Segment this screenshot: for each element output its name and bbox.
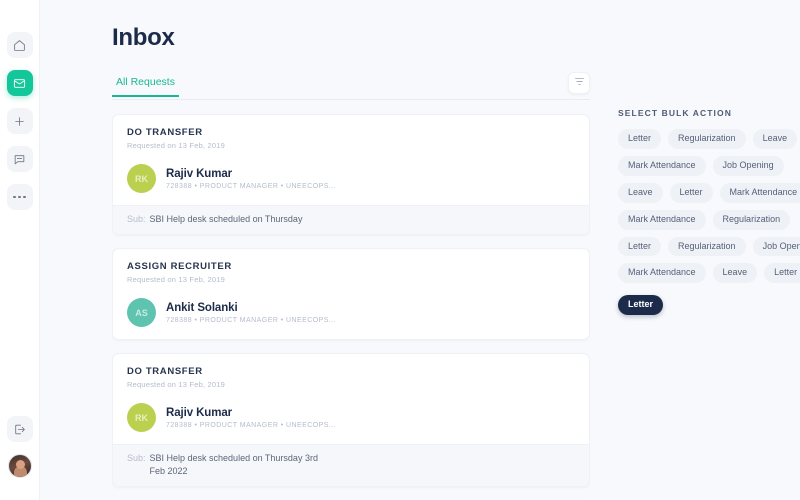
- left-sidebar: [0, 0, 40, 500]
- subject-text: SBI Help desk scheduled on Thursday: [149, 214, 303, 224]
- requester-name: Rajiv Kumar: [166, 406, 233, 419]
- app-root: Inbox All Requests DO TRANSFER Requested…: [0, 0, 800, 500]
- bulk-action-panel: SELECT BULK ACTION Letter Regularization…: [618, 108, 800, 316]
- plus-icon: [13, 115, 26, 128]
- bulk-action-chip[interactable]: Mark Attendance: [618, 263, 706, 284]
- bulk-action-title: SELECT BULK ACTION: [618, 108, 732, 118]
- sidebar-top-nav: [6, 32, 33, 210]
- bulk-action-chip[interactable]: Leave: [712, 263, 758, 284]
- request-card-body: DO TRANSFER Requested on 13 Feb, 2019 RK…: [113, 354, 589, 444]
- bulk-action-chip[interactable]: Leave: [618, 182, 663, 203]
- main-content: Inbox All Requests DO TRANSFER Requested…: [40, 0, 800, 500]
- request-type: ASSIGN RECRUITER: [127, 261, 232, 273]
- requester: RK Rajiv Kumar 728388 • PRODUCT MANAGER …: [127, 403, 575, 433]
- bulk-action-chip[interactable]: Mark Attendance: [618, 209, 706, 230]
- requester-meta: 728388 • PRODUCT MANAGER • UNEECOPS...: [166, 421, 337, 429]
- bulk-action-chip[interactable]: Mark Attendance: [618, 155, 706, 176]
- request-date: Requested on 13 Feb, 2019: [127, 380, 225, 390]
- requester-name: Rajiv Kumar: [166, 167, 233, 180]
- requester-avatar: RK: [127, 403, 156, 433]
- sidebar-item-inbox[interactable]: [6, 70, 33, 96]
- request-card-body: ASSIGN RECRUITER Requested on 13 Feb, 20…: [113, 249, 589, 339]
- tabs: All Requests: [112, 75, 179, 97]
- request-date: Requested on 13 Feb, 2019: [127, 141, 225, 150]
- page-title: Inbox: [112, 24, 175, 51]
- requester-name: Ankit Solanki: [166, 301, 238, 314]
- subject-label: Sub:: [127, 214, 146, 224]
- bulk-action-chip[interactable]: Job Opening: [712, 155, 784, 176]
- subject-label: Sub:: [127, 453, 146, 464]
- bulk-action-chip[interactable]: Letter: [618, 236, 662, 257]
- requester-avatar: RK: [127, 164, 156, 193]
- avatar[interactable]: [7, 454, 32, 478]
- home-icon: [13, 39, 26, 52]
- request-subject: Sub: SBI Help desk scheduled on Thursday…: [113, 444, 589, 487]
- sidebar-item-messages[interactable]: [6, 146, 33, 172]
- request-list: DO TRANSFER Requested on 13 Feb, 2019 RK…: [112, 114, 590, 500]
- requester-meta: 728388 • PRODUCT MANAGER • UNEECOPS...: [166, 316, 337, 324]
- bulk-action-chip[interactable]: Letter: [764, 263, 800, 284]
- request-card[interactable]: DO TRANSFER Requested on 13 Feb, 2019 RK…: [112, 353, 590, 488]
- request-type: DO TRANSFER: [127, 366, 203, 378]
- ellipsis-icon: [13, 195, 26, 199]
- sidebar-item-more[interactable]: [6, 184, 33, 210]
- request-card-body: DO TRANSFER Requested on 13 Feb, 2019 RK…: [113, 115, 589, 205]
- sidebar-item-home[interactable]: [6, 32, 33, 58]
- sidebar-item-logout[interactable]: [6, 416, 33, 442]
- request-date: Requested on 13 Feb, 2019: [127, 275, 225, 285]
- bulk-action-chip[interactable]: Letter: [618, 129, 662, 149]
- requester: AS Ankit Solanki 728388 • PRODUCT MANAGE…: [127, 298, 575, 328]
- bulk-action-chips: Letter Regularization Leave Mark Attenda…: [618, 129, 800, 316]
- request-card[interactable]: ASSIGN RECRUITER Requested on 13 Feb, 20…: [112, 248, 590, 341]
- sidebar-bottom-nav: [6, 416, 33, 478]
- bulk-action-chip[interactable]: Leave: [752, 129, 798, 149]
- subject-text: SBI Help desk scheduled on Thursday 3rd …: [149, 453, 318, 477]
- requester-avatar: AS: [127, 298, 156, 328]
- requester: RK Rajiv Kumar 728388 • PRODUCT MANAGER …: [127, 164, 575, 193]
- chat-icon: [13, 153, 26, 166]
- request-card[interactable]: DO TRANSFER Requested on 13 Feb, 2019 RK…: [112, 114, 590, 236]
- filter-button[interactable]: [568, 72, 590, 94]
- bulk-action-chip[interactable]: Mark Attendance: [719, 182, 800, 203]
- request-subject: Sub: SBI Help desk scheduled on Thursday: [113, 205, 589, 235]
- bulk-action-chip[interactable]: Regularization: [712, 209, 791, 230]
- logout-icon: [13, 423, 26, 436]
- bulk-action-chip[interactable]: Regularization: [668, 129, 746, 149]
- bulk-action-chip-selected[interactable]: Letter: [618, 295, 664, 316]
- sidebar-item-add[interactable]: [6, 108, 33, 134]
- filter-icon: [574, 74, 585, 92]
- bulk-action-chip[interactable]: Regularization: [668, 236, 746, 257]
- envelope-icon: [13, 77, 26, 90]
- tab-all-requests[interactable]: All Requests: [112, 76, 179, 97]
- requester-meta: 728388 • PRODUCT MANAGER • UNEECOPS...: [166, 182, 337, 190]
- tab-row: All Requests: [112, 72, 590, 100]
- bulk-action-chip[interactable]: Letter: [669, 182, 713, 203]
- request-type: DO TRANSFER: [127, 127, 203, 138]
- bulk-action-chip[interactable]: Job Opening: [752, 236, 800, 257]
